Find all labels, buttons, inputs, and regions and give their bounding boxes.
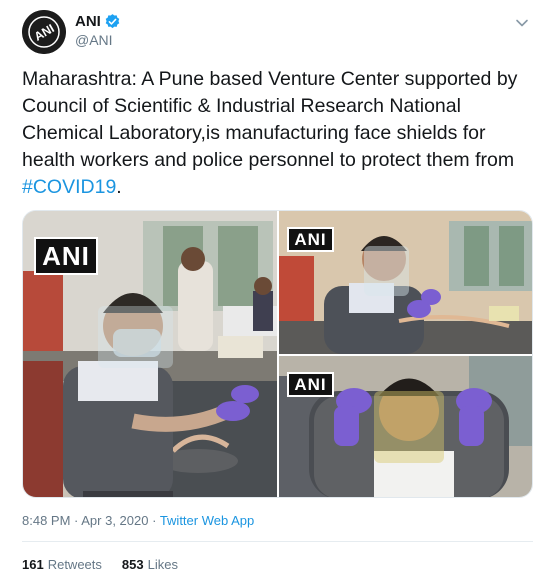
likes-stat[interactable]: 853 Likes <box>122 557 178 572</box>
photo-1[interactable]: ANI <box>23 211 277 497</box>
verified-badge-icon <box>104 13 121 30</box>
tweet-meta: 8:48 PM · Apr 3, 2020 · Twitter Web App <box>22 513 254 528</box>
tweet-menu-button[interactable] <box>513 14 531 32</box>
tweet-time[interactable]: 8:48 PM <box>22 513 70 528</box>
tweet-source-link[interactable]: Twitter Web App <box>160 513 254 528</box>
tweet-header: ANI ANI @ANI <box>22 8 537 56</box>
meta-separator: · <box>148 513 160 528</box>
hashtag-link[interactable]: #COVID19 <box>22 176 116 198</box>
tweet-trailing: . <box>116 176 122 198</box>
ani-watermark: ANI <box>34 237 98 275</box>
tweet-text: Maharashtra: A Pune based Venture Center… <box>22 66 527 201</box>
tweet-stats: 161 Retweets 853 Likes <box>22 557 198 572</box>
likes-count: 853 <box>121 557 144 572</box>
likes-label: Likes <box>147 557 178 572</box>
tweet-body: Maharashtra: A Pune based Venture Center… <box>22 68 518 171</box>
author-names: ANI @ANI <box>75 13 121 48</box>
author-display-name[interactable]: ANI <box>75 13 101 30</box>
retweets-stat[interactable]: 161 Retweets <box>22 557 102 572</box>
retweets-count: 161 <box>22 557 44 572</box>
ani-watermark: ANI <box>287 227 334 252</box>
ani-watermark: ANI <box>287 372 334 397</box>
tweet-date[interactable]: Apr 3, 2020 <box>81 513 148 528</box>
ani-logo-icon: ANI <box>22 10 66 54</box>
retweets-label: Retweets <box>47 557 102 572</box>
media-grid: ANI ANI ANI <box>22 210 533 498</box>
photo-3[interactable]: ANI <box>279 356 532 497</box>
divider <box>22 541 533 542</box>
author-handle[interactable]: @ANI <box>75 32 121 48</box>
chevron-down-icon <box>516 19 528 27</box>
meta-separator: · <box>70 513 82 528</box>
avatar[interactable]: ANI <box>22 10 66 54</box>
photo-2[interactable]: ANI <box>279 211 532 354</box>
tweet-card: ANI ANI @ANI Maharashtra: A Pune based V… <box>0 0 555 584</box>
